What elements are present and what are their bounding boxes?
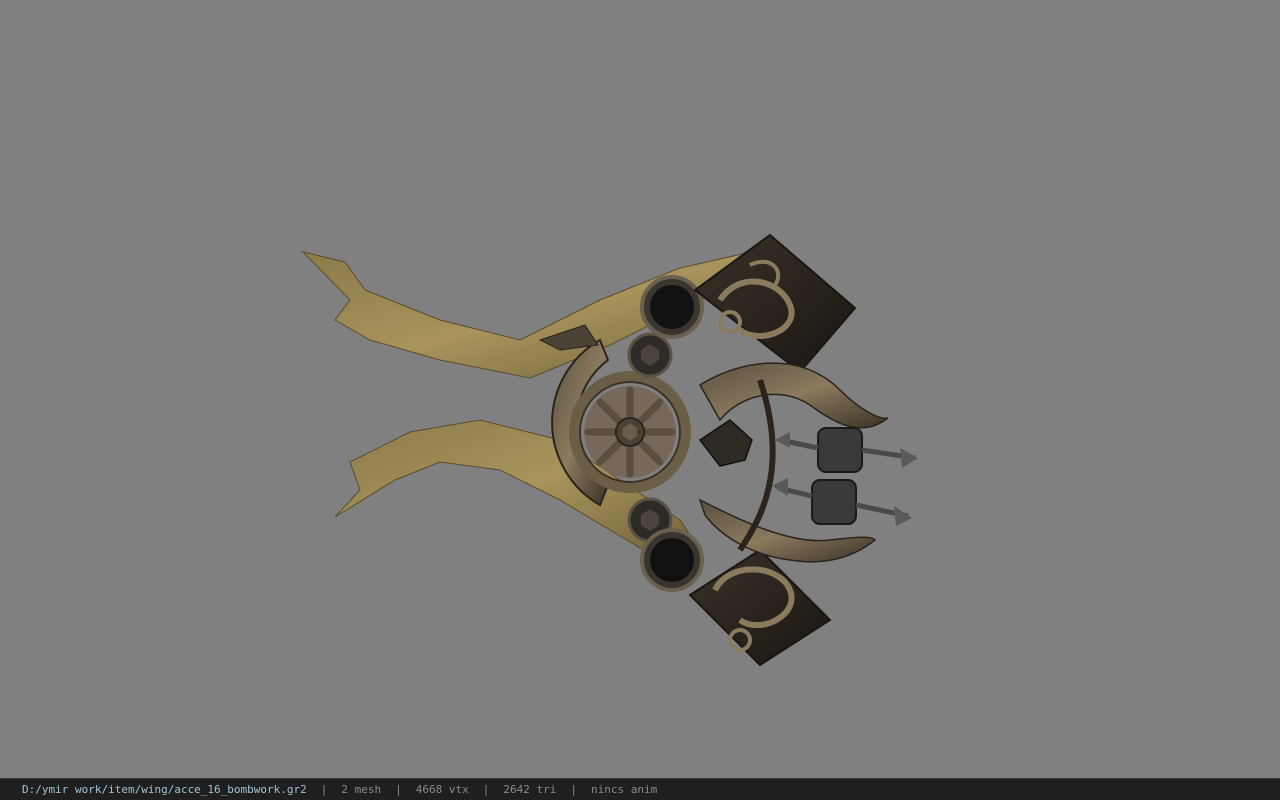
separator: | [482,783,490,796]
disk-lower [640,528,704,592]
vertex-count: 4668 vtx [415,783,469,796]
separator: | [570,783,577,796]
ship-wheel [569,371,691,493]
dragon-head [698,419,753,467]
upper-crest [693,233,857,374]
file-path: D:/ymir work/item/wing/acce_16_bombwork.… [22,783,307,796]
wing-model-icon [301,233,918,667]
disk-upper [640,275,704,339]
separator: | [395,783,402,796]
animation-status: nincs anim [591,783,658,796]
triangle-count: 2642 tri [503,783,557,796]
gear-upper [627,332,673,378]
separator: | [320,783,328,796]
lower-fist [772,478,912,526]
mesh-count: 2 mesh [341,783,382,796]
3d-viewport[interactable] [0,0,1280,778]
upper-fist [775,427,918,473]
lower-crest [688,548,832,667]
upper-horn [698,362,889,429]
status-bar: D:/ymir work/item/wing/acce_16_bombwork.… [0,778,1280,800]
